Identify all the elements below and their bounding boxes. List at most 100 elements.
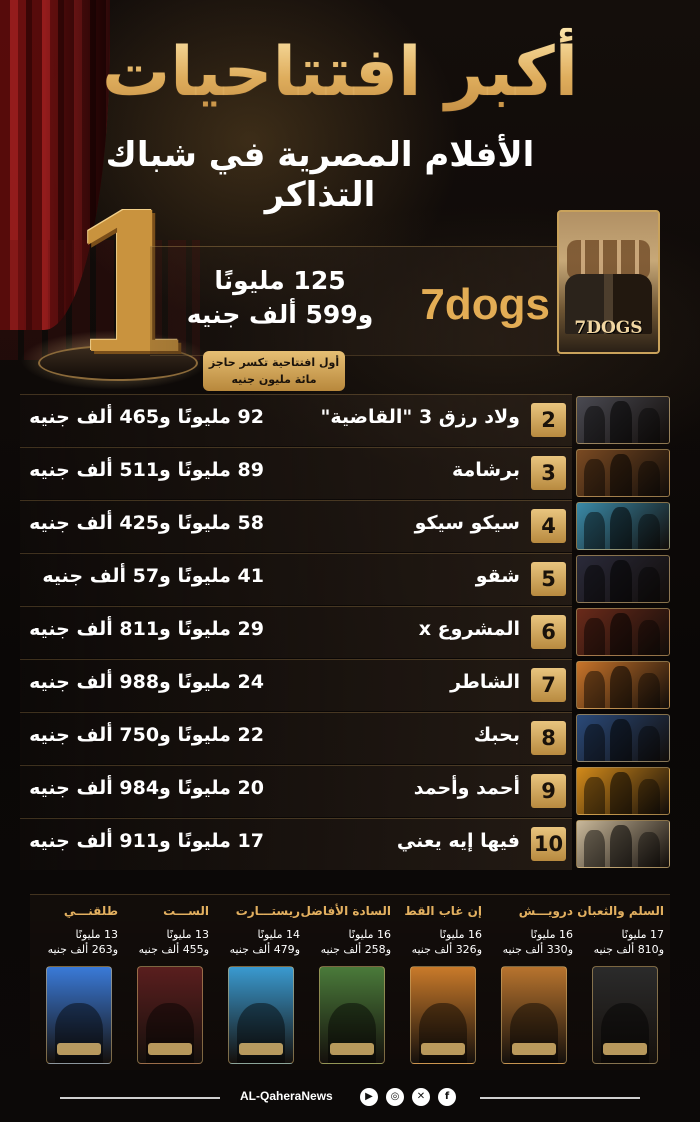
ranking-number: 10 — [531, 827, 566, 861]
top-film-poster-title: 7DOGS — [574, 318, 643, 338]
other-film-amount-line1: 16 مليونًا — [348, 928, 391, 941]
ranking-amount: 58 مليونًا و425 ألف جنيه — [29, 512, 264, 534]
other-film-amount-line2: و455 ألف جنيه — [138, 943, 209, 956]
ranking-row: 89 مليونًا و511 ألف جنيه برشامة 3 — [20, 447, 670, 499]
ranking-title: الشاطر — [450, 671, 520, 693]
ranking-number: 2 — [531, 403, 566, 437]
ranking-row: 24 مليونًا و988 ألف جنيه الشاطر 7 — [20, 659, 670, 711]
other-film-poster — [501, 966, 567, 1064]
ranking-thumbnail — [576, 502, 670, 550]
other-film-card: السادة الأفاضل 16 مليونًا و258 ألف جنيه — [300, 900, 395, 1066]
other-film-amount-line2: و326 ألف جنيه — [411, 943, 482, 956]
ranking-amount: 22 مليونًا و750 ألف جنيه — [29, 724, 264, 746]
other-film-poster — [228, 966, 294, 1064]
top-film-note-line2: مائة مليون جنيه — [231, 373, 317, 386]
other-film-amount-line1: 16 مليونًا — [530, 928, 573, 941]
other-film-title: طلقنـــي — [63, 904, 118, 918]
ranking-amount: 24 مليونًا و988 ألف جنيه — [29, 671, 264, 693]
ranking-number: 8 — [531, 721, 566, 755]
other-film-title: درويـــش — [518, 904, 573, 918]
ranking-row: 58 مليونًا و425 ألف جنيه سيكو سيكو 4 — [20, 500, 670, 552]
x-icon[interactable]: ✕ — [412, 1088, 430, 1106]
ranking-amount: 41 مليونًا و57 ألف جنيه — [42, 565, 264, 587]
other-film-amount: 16 مليونًا و258 ألف جنيه — [307, 927, 395, 957]
ranking-amount: 17 مليونًا و911 ألف جنيه — [29, 830, 264, 852]
ranking-row: 92 مليونًا و465 ألف جنيه ولاد رزق 3 "القا… — [20, 394, 670, 446]
ranking-thumbnail — [576, 396, 670, 444]
ranking-row: 29 مليونًا و811 ألف جنيه المشروع x 6 — [20, 606, 670, 658]
top-film-amount-line2: و599 ألف جنيه — [186, 300, 374, 329]
ranking-row: 17 مليونًا و911 ألف جنيه فيها إيه يعني 10 — [20, 818, 670, 870]
top-film-note-line1: أول افتتاحية تكسر حاجز — [208, 356, 340, 369]
other-film-poster — [319, 966, 385, 1064]
page-title: أكبر افتتاحيات — [90, 28, 590, 118]
ranking-title: ولاد رزق 3 "القاضية" — [320, 406, 520, 428]
other-film-amount-line1: 17 مليونًا — [621, 928, 664, 941]
infographic: أكبر افتتاحيات الأفلام المصرية في شباك ا… — [0, 0, 700, 1122]
other-film-poster — [46, 966, 112, 1064]
other-film-card: درويـــش 16 مليونًا و330 ألف جنيه — [489, 900, 577, 1066]
footer-brand: AL-QaheraNews — [240, 1089, 333, 1103]
ranking-amount: 29 مليونًا و811 ألف جنيه — [29, 618, 264, 640]
ranking-row: 20 مليونًا و984 ألف جنيه أحمد وأحمد 9 — [20, 765, 670, 817]
ranking-row: 41 مليونًا و57 ألف جنيه شقو 5 — [20, 553, 670, 605]
other-film-amount: 14 مليونًا و479 ألف جنيه — [216, 927, 304, 957]
ranking-number: 6 — [531, 615, 566, 649]
footer-divider-right — [480, 1097, 640, 1099]
ranking-number: 7 — [531, 668, 566, 702]
youtube-icon[interactable]: ▶ — [360, 1088, 378, 1106]
ranking-title: المشروع x — [418, 618, 520, 640]
ranking-title: برشامة — [451, 459, 520, 481]
ranking-title: أحمد وأحمد — [413, 777, 520, 799]
other-film-amount-line2: و258 ألف جنيه — [320, 943, 391, 956]
instagram-icon[interactable]: ◎ — [386, 1088, 404, 1106]
other-film-title: السادة الأفاضل — [300, 904, 391, 918]
ranking-number: 3 — [531, 456, 566, 490]
other-film-amount-line2: و263 ألف جنيه — [47, 943, 118, 956]
other-film-poster — [592, 966, 658, 1064]
other-film-amount: 13 مليونًا و455 ألف جنيه — [125, 927, 213, 957]
other-film-card: الســـت 13 مليونًا و455 ألف جنيه — [125, 900, 213, 1066]
other-film-card: طلقنـــي 13 مليونًا و263 ألف جنيه — [34, 900, 122, 1066]
ranking-thumbnail — [576, 767, 670, 815]
other-film-amount-line2: و330 ألف جنيه — [502, 943, 573, 956]
ranking-thumbnail — [576, 555, 670, 603]
ranking-thumbnail — [576, 608, 670, 656]
top-film-poster: 7DOGS — [557, 210, 660, 354]
other-film-poster — [410, 966, 476, 1064]
other-film-amount-line1: 13 مليونًا — [166, 928, 209, 941]
other-film-amount: 17 مليونًا و810 ألف جنيه — [580, 927, 668, 957]
top-film-amount-line1: 125 مليونًا — [214, 266, 346, 295]
top-film-note: أول افتتاحية تكسر حاجز مائة مليون جنيه — [203, 351, 345, 391]
ranking-number: 5 — [531, 562, 566, 596]
ranking-number: 4 — [531, 509, 566, 543]
other-film-amount: 16 مليونًا و330 ألف جنيه — [489, 927, 577, 957]
other-film-card: السلم والثعبان 17 مليونًا و810 ألف جنيه — [577, 900, 668, 1066]
ranking-row: 22 مليونًا و750 ألف جنيه بحبك 8 — [20, 712, 670, 764]
facebook-icon[interactable]: f — [438, 1088, 456, 1106]
other-film-amount: 16 مليونًا و326 ألف جنيه — [398, 927, 486, 957]
other-film-poster — [137, 966, 203, 1064]
other-film-amount-line1: 13 مليونًا — [75, 928, 118, 941]
other-film-title: الســـت — [163, 904, 209, 918]
other-film-title: السلم والثعبان — [577, 904, 664, 918]
ranking-thumbnail — [576, 661, 670, 709]
ranking-title: فيها إيه يعني — [396, 830, 520, 852]
ranking-thumbnail — [576, 449, 670, 497]
footer-divider-left — [60, 1097, 220, 1099]
ranking-title: شقو — [475, 565, 520, 587]
top-film-title: 7dogs — [420, 280, 550, 329]
other-film-amount-line1: 14 مليونًا — [257, 928, 300, 941]
ranking-amount: 89 مليونًا و511 ألف جنيه — [29, 459, 264, 481]
other-film-card: إن غاب القط 16 مليونًا و326 ألف جنيه — [398, 900, 486, 1066]
other-film-title: إن غاب القط — [404, 904, 482, 918]
top-film-amount: 125 مليونًا و599 ألف جنيه — [180, 264, 380, 332]
ranking-amount: 20 مليونًا و984 ألف جنيه — [29, 777, 264, 799]
ranking-thumbnail — [576, 820, 670, 868]
ranking-number: 9 — [531, 774, 566, 808]
ranking-thumbnail — [576, 714, 670, 762]
other-film-amount-line2: و479 ألف جنيه — [229, 943, 300, 956]
other-film-card: ريستـــارت 14 مليونًا و479 ألف جنيه — [216, 900, 304, 1066]
other-film-amount-line2: و810 ألف جنيه — [593, 943, 664, 956]
ranking-title: سيكو سيكو — [414, 512, 520, 534]
